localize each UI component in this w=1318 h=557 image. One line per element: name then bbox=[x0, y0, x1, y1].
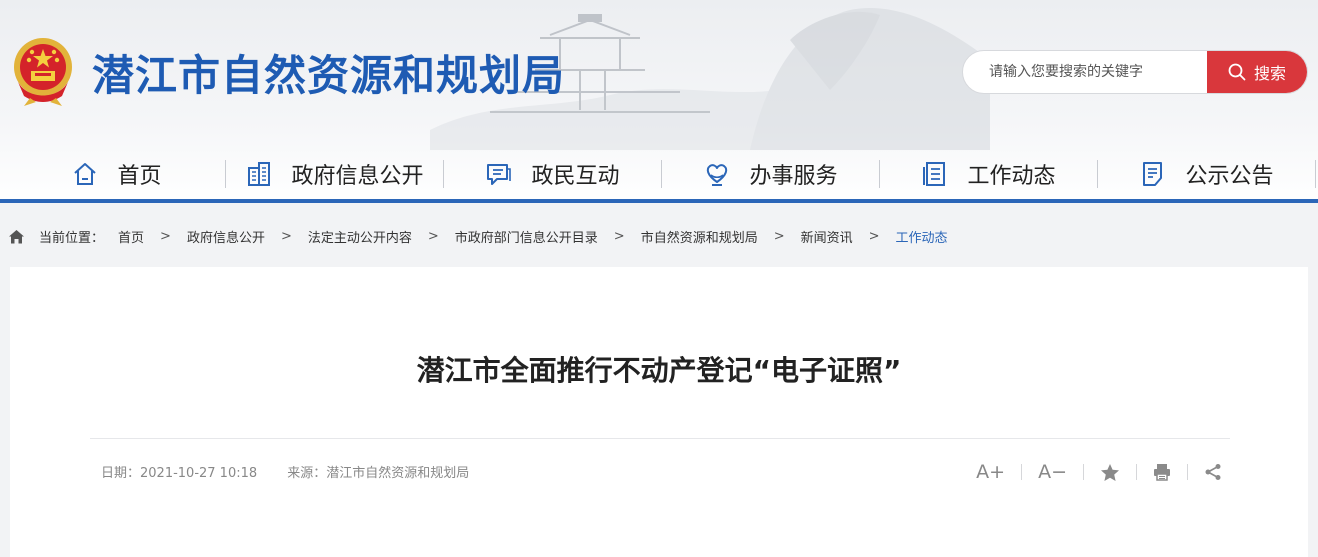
nav-item-notices[interactable]: 公示公告 bbox=[1098, 148, 1315, 200]
search-button[interactable]: 搜索 bbox=[1207, 51, 1307, 93]
national-emblem-icon bbox=[14, 38, 72, 106]
article-date: 日期：2021-10-27 10:18 bbox=[101, 466, 258, 481]
breadcrumb-current[interactable]: 工作动态 bbox=[896, 227, 948, 246]
notice-icon bbox=[1143, 162, 1163, 186]
breadcrumb-prefix: 当前位置： bbox=[39, 230, 105, 246]
nav-underline-bar bbox=[0, 199, 1318, 203]
share-icon bbox=[1205, 464, 1221, 480]
breadcrumb-separator: > bbox=[160, 228, 171, 244]
document-list-icon bbox=[923, 162, 946, 186]
nav-item-gov-info[interactable]: 政府信息公开 bbox=[226, 148, 443, 200]
heart-hand-icon bbox=[707, 164, 728, 186]
font-decrease-button[interactable]: A− bbox=[1038, 460, 1067, 484]
breadcrumb: 当前位置： 首页 > 政府信息公开 > 法定主动公开内容 > 市政府部门信息公开… bbox=[0, 222, 1318, 250]
toolbar-divider bbox=[1083, 464, 1084, 480]
nav-item-services[interactable]: 办事服务 bbox=[662, 148, 879, 200]
article-card: 潜江市全面推行不动产登记“电子证照” 日期：2021-10-27 10:18 来… bbox=[10, 267, 1308, 557]
title-divider bbox=[90, 438, 1230, 439]
toolbar-divider bbox=[1136, 464, 1137, 480]
breadcrumb-separator: > bbox=[773, 228, 785, 244]
nav-divider bbox=[1315, 160, 1316, 188]
nav-item-work-news[interactable]: 工作动态 bbox=[880, 148, 1097, 200]
breadcrumb-separator: > bbox=[280, 228, 292, 244]
nav-label-notices: 公示公告 bbox=[1185, 164, 1274, 189]
site-title: 潜江市自然资源和规划局 bbox=[92, 51, 566, 100]
article-toolbar: A+ A− bbox=[976, 460, 1222, 484]
breadcrumb-link[interactable]: 新闻资讯 bbox=[801, 227, 853, 246]
chat-icon bbox=[487, 164, 512, 185]
article-source: 来源：潜江市自然资源和规划局 bbox=[287, 466, 470, 481]
home-icon bbox=[9, 229, 24, 243]
breadcrumb-link[interactable]: 首页 bbox=[118, 227, 144, 246]
nav-label-interaction: 政民互动 bbox=[531, 164, 620, 189]
toolbar-divider bbox=[1187, 464, 1188, 480]
search-icon bbox=[1228, 63, 1246, 81]
share-button[interactable] bbox=[1204, 460, 1222, 484]
main-nav: 首页 政府信息公开 政民互动 办事服务 工作动态 公示公告 bbox=[0, 148, 1318, 200]
breadcrumb-link[interactable]: 市自然资源和规划局 bbox=[641, 227, 758, 246]
favorite-button[interactable] bbox=[1100, 460, 1120, 484]
printer-icon bbox=[1154, 464, 1170, 481]
article-meta: 日期：2021-10-27 10:18 来源：潜江市自然资源和规划局 bbox=[101, 462, 469, 481]
breadcrumb-link[interactable]: 政府信息公开 bbox=[187, 227, 265, 246]
home-icon bbox=[74, 163, 97, 185]
article-title: 潜江市全面推行不动产登记“电子证照” bbox=[416, 354, 902, 387]
search-button-label: 搜索 bbox=[1253, 64, 1286, 83]
nav-label-home: 首页 bbox=[117, 164, 162, 189]
nav-label-gov-info: 政府信息公开 bbox=[291, 164, 424, 189]
print-button[interactable] bbox=[1153, 460, 1171, 484]
search-input[interactable] bbox=[963, 51, 1209, 93]
breadcrumb-separator: > bbox=[868, 228, 880, 244]
breadcrumb-link[interactable]: 市政府部门信息公开目录 bbox=[455, 227, 598, 246]
font-increase-button[interactable]: A+ bbox=[976, 460, 1005, 484]
breadcrumb-separator: > bbox=[427, 228, 439, 244]
search-box: 搜索 bbox=[962, 50, 1308, 94]
breadcrumb-link[interactable]: 法定主动公开内容 bbox=[308, 227, 412, 246]
breadcrumb-separator: > bbox=[613, 228, 625, 244]
toolbar-divider bbox=[1021, 464, 1023, 480]
nav-item-home[interactable]: 首页 bbox=[8, 148, 225, 200]
star-icon bbox=[1101, 463, 1119, 481]
nav-item-interaction[interactable]: 政民互动 bbox=[444, 148, 661, 200]
site-header: 潜江市自然资源和规划局 搜索 首页 政府信息 bbox=[0, 0, 1318, 203]
building-icon bbox=[248, 162, 271, 186]
nav-label-services: 办事服务 bbox=[749, 164, 838, 189]
nav-label-work-news: 工作动态 bbox=[967, 164, 1056, 189]
